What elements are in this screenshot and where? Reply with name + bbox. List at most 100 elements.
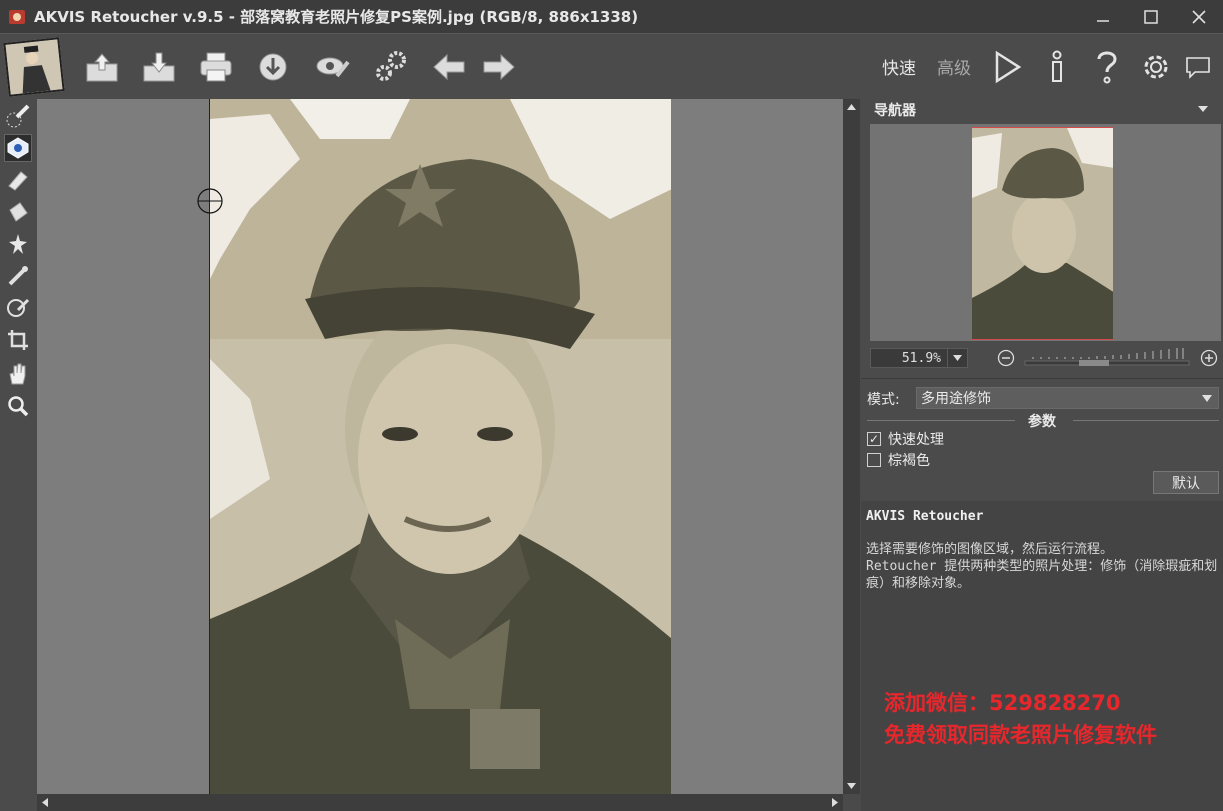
vertical-scrollbar[interactable] xyxy=(843,99,860,794)
zoom-field[interactable]: 51.9% xyxy=(870,348,968,368)
akvis-logo xyxy=(3,37,65,97)
open-icon xyxy=(86,53,118,82)
magic-wand-icon xyxy=(9,234,27,254)
zoom-in-icon[interactable] xyxy=(1200,349,1218,367)
quick-processing-checkbox[interactable]: ✓ xyxy=(867,432,881,446)
soldier-portrait-image xyxy=(210,99,671,794)
zoom-out-icon[interactable] xyxy=(997,349,1015,367)
navigator-preview[interactable] xyxy=(870,124,1221,341)
selection-brush-tool[interactable] xyxy=(4,134,32,162)
zoom-dropdown[interactable] xyxy=(947,349,967,367)
crop-tool[interactable] xyxy=(4,326,32,354)
quick-processing-label: 快速处理 xyxy=(888,432,944,448)
chevron-down-icon xyxy=(1202,395,1212,402)
title-bar: AKVIS Retoucher v.9.5 - 部落窝教育老照片修复PS案例.j… xyxy=(0,0,1223,33)
scroll-right-icon xyxy=(832,798,838,807)
close-icon xyxy=(1192,9,1206,24)
advanced-mode-tab[interactable]: 高级 xyxy=(937,54,971,79)
navigator-title: 导航器 xyxy=(874,103,916,119)
open-button[interactable] xyxy=(83,48,121,86)
watermark-line: 添加微信：529828270 xyxy=(884,691,1121,715)
retouch-brush-tool[interactable] xyxy=(4,102,32,130)
selection-brush-icon xyxy=(7,137,29,159)
share-button[interactable] xyxy=(254,48,292,86)
magic-wand-tool[interactable] xyxy=(4,230,32,258)
clone-stamp-icon xyxy=(8,266,28,286)
save-icon xyxy=(143,52,175,82)
print-icon xyxy=(200,52,232,82)
watermark-line: 免费领取同款老照片修复软件 xyxy=(884,723,1157,747)
notification-button[interactable] xyxy=(1182,48,1214,86)
navigator-header[interactable]: 导航器 xyxy=(861,98,1223,120)
zoom-tool[interactable] xyxy=(4,392,32,420)
app-icon xyxy=(9,9,25,24)
scroll-left-icon xyxy=(42,798,48,807)
default-button[interactable]: 默认 xyxy=(1153,471,1219,494)
logo-figure-icon xyxy=(5,39,63,95)
maximize-icon xyxy=(1144,9,1158,24)
window-title: AKVIS Retoucher v.9.5 - 部落窝教育老照片修复PS案例.j… xyxy=(34,8,639,26)
run-button[interactable] xyxy=(988,48,1026,86)
eraser-tool[interactable] xyxy=(4,166,32,194)
tools-panel xyxy=(0,98,36,811)
share-icon xyxy=(259,53,287,81)
hand-tool[interactable] xyxy=(4,360,32,388)
settings-panel: 导航器 51.9% 模式: 多用途修饰 参数 ✓ 快速处理 棕褐色 默认 AKV… xyxy=(861,98,1223,811)
maximize-button[interactable] xyxy=(1127,0,1175,33)
express-mode-tab[interactable]: 快速 xyxy=(882,54,916,79)
hand-icon xyxy=(9,363,26,385)
sepia-label: 棕褐色 xyxy=(888,453,930,469)
main-toolbar: 快速 高级 xyxy=(0,33,1223,98)
chameleon-brush-icon xyxy=(7,298,30,317)
mode-row: 模式: 多用途修饰 xyxy=(867,387,1219,409)
zoom-value: 51.9% xyxy=(901,350,941,366)
redo-button[interactable] xyxy=(480,48,518,86)
photo-image[interactable] xyxy=(209,99,671,794)
eraser-icon xyxy=(8,171,28,191)
divider xyxy=(861,378,1223,379)
scroll-up-icon xyxy=(847,104,856,110)
clone-stamp-tool[interactable] xyxy=(4,262,32,290)
sepia-option[interactable]: 棕褐色 xyxy=(867,451,930,469)
settings-button[interactable] xyxy=(1137,48,1175,86)
print-button[interactable] xyxy=(197,48,235,86)
help-line: Retoucher 提供两种类型的照片处理：修饰（消除瑕疵和划痕）和移除对象。 xyxy=(866,559,1218,591)
retouch-brush-icon xyxy=(6,104,30,128)
zoom-icon xyxy=(8,396,29,417)
scroll-down-icon xyxy=(847,783,856,789)
navigator-thumbnail[interactable] xyxy=(971,127,1114,340)
settings-icon xyxy=(1144,55,1168,79)
chevron-down-icon xyxy=(953,355,962,361)
help-panel: AKVIS Retoucher 选择需要修饰的图像区域，然后运行流程。 Reto… xyxy=(861,501,1223,811)
help-button[interactable] xyxy=(1088,48,1126,86)
preferences-button[interactable] xyxy=(314,48,352,86)
quick-processing-option[interactable]: ✓ 快速处理 xyxy=(867,430,944,448)
info-button[interactable] xyxy=(1038,48,1076,86)
zoom-controls: 51.9% xyxy=(870,348,1221,368)
preferences-icon xyxy=(316,57,350,78)
redo-icon xyxy=(483,53,515,81)
close-button[interactable] xyxy=(1175,0,1223,33)
batch-button[interactable] xyxy=(372,48,410,86)
run-icon xyxy=(995,50,1022,84)
collapse-icon[interactable] xyxy=(1197,105,1209,113)
minimize-button[interactable] xyxy=(1079,0,1127,33)
zoom-slider[interactable] xyxy=(1023,348,1191,368)
bucket-icon xyxy=(9,202,28,222)
help-line: 选择需要修饰的图像区域，然后运行流程。 xyxy=(866,542,1114,557)
save-button[interactable] xyxy=(140,48,178,86)
chameleon-brush-tool[interactable] xyxy=(4,294,32,322)
crop-icon xyxy=(8,330,28,350)
bucket-tool[interactable] xyxy=(4,198,32,226)
image-canvas[interactable] xyxy=(37,99,843,794)
info-icon xyxy=(1052,50,1062,82)
notification-icon xyxy=(1186,57,1210,79)
help-text: 选择需要修饰的图像区域，然后运行流程。 Retoucher 提供两种类型的照片处… xyxy=(866,541,1221,592)
divider xyxy=(1073,420,1219,421)
horizontal-scrollbar[interactable] xyxy=(37,794,843,811)
help-title: AKVIS Retoucher xyxy=(866,509,984,524)
sepia-checkbox[interactable] xyxy=(867,453,881,467)
thumbnail-portrait-image xyxy=(972,128,1113,339)
undo-button[interactable] xyxy=(430,48,468,86)
mode-select[interactable]: 多用途修饰 xyxy=(916,387,1219,409)
